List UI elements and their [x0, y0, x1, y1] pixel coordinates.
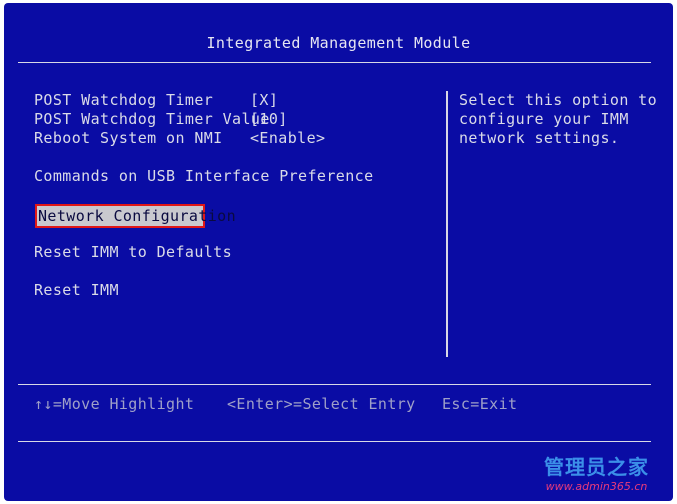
- footer-exit-hint: Esc=Exit: [442, 395, 518, 413]
- setting-value-watchdog-timer[interactable]: [X]: [250, 91, 278, 110]
- watermark-url: www.admin365.cn: [545, 480, 648, 493]
- setting-label-watchdog-timer[interactable]: POST Watchdog Timer: [34, 91, 213, 110]
- footer-top-divider: [18, 384, 651, 385]
- setting-value-watchdog-timer-value[interactable]: [10]: [250, 110, 288, 129]
- watermark-logo: 管理员之家 www.admin365.cn: [544, 451, 649, 493]
- page-title: Integrated Management Module: [206, 34, 471, 52]
- setting-label-reboot-on-nmi[interactable]: Reboot System on NMI: [34, 129, 223, 148]
- menu-item-usb-preference[interactable]: Commands on USB Interface Preference: [34, 167, 374, 186]
- menu-item-reset-imm[interactable]: Reset IMM: [34, 281, 119, 300]
- bios-screen: Integrated Management Module POST Watchd…: [4, 3, 673, 501]
- footer-move-hint: ↑↓=Move Highlight: [34, 395, 195, 413]
- setting-value-reboot-on-nmi[interactable]: <Enable>: [250, 129, 325, 148]
- help-text: Select this option to configure your IMM…: [459, 91, 658, 147]
- footer-select-hint: <Enter>=Select Entry: [227, 395, 416, 413]
- setting-label-watchdog-timer-value[interactable]: POST Watchdog Timer Value: [34, 110, 270, 129]
- menu-item-reset-defaults[interactable]: Reset IMM to Defaults: [34, 243, 232, 262]
- menu-item-network-configuration[interactable]: Network Configuration: [35, 204, 236, 228]
- menu-item-network-configuration-label: Network Configuration: [38, 207, 237, 225]
- top-divider: [18, 62, 651, 63]
- help-divider: [446, 91, 448, 357]
- footer-bottom-divider: [18, 441, 651, 442]
- watermark-main-text: 管理员之家: [544, 455, 649, 479]
